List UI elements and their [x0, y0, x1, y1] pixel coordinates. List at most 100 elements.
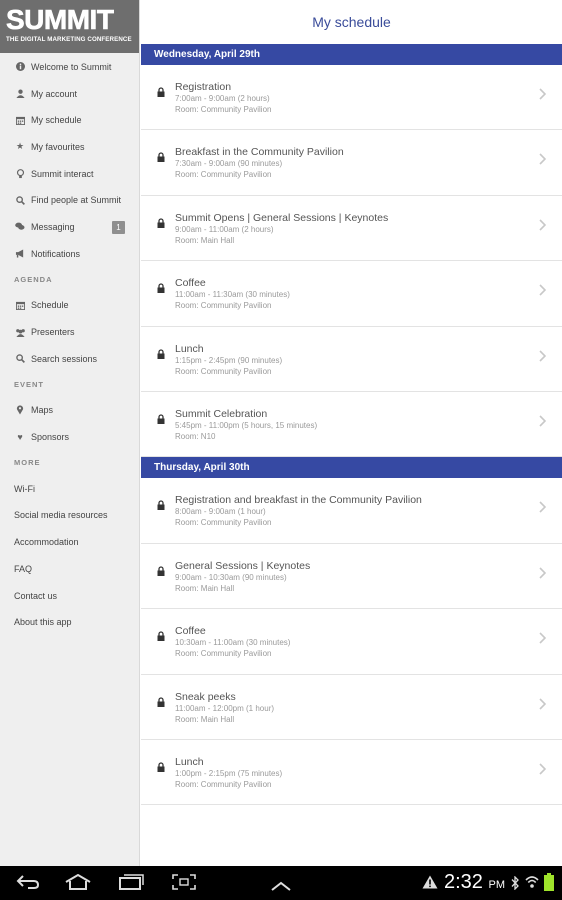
- sidebar-item-label: Schedule: [31, 300, 69, 311]
- chevron-right-icon: [539, 87, 547, 103]
- sidebar-item-accommodation[interactable]: Accommodation: [0, 529, 139, 556]
- chevron-right-icon: [539, 566, 547, 582]
- chevron-right-icon: [539, 218, 547, 234]
- session-row[interactable]: Summit Celebration 5:45pm - 11:00pm (5 ho…: [141, 392, 562, 458]
- sidebar-item-label: Wi-Fi: [14, 483, 35, 494]
- sidebar-item-wifi[interactable]: Wi-Fi: [0, 475, 139, 502]
- sidebar-item-my-account[interactable]: My account: [0, 80, 139, 107]
- logo-tagline: THE DIGITAL MARKETING CONFERENCE: [6, 36, 132, 43]
- sidebar-item-schedule[interactable]: Schedule: [0, 292, 139, 319]
- session-row[interactable]: General Sessions | Keynotes 9:00am - 10:3…: [141, 544, 562, 610]
- chevron-right-icon: [539, 500, 547, 516]
- sidebar-item-find-people[interactable]: Find people at Summit: [0, 187, 139, 214]
- session-row[interactable]: Coffee 11:00am - 11:30am (30 minutes) Room…: [141, 261, 562, 327]
- clock-time: 2:32: [444, 871, 483, 893]
- system-bar: 2:32 PM: [0, 866, 562, 900]
- session-title: Sneak peeks: [175, 690, 236, 703]
- sidebar-item-sponsors[interactable]: ♥ Sponsors: [0, 424, 139, 451]
- session-room: Room: Community Pavilion: [175, 170, 272, 180]
- chevron-up-icon[interactable]: [270, 878, 292, 896]
- session-room: Room: N10: [175, 431, 216, 441]
- search-icon: [14, 353, 26, 365]
- session-title: Coffee: [175, 277, 206, 290]
- sidebar-item-notifications[interactable]: Notifications: [0, 240, 139, 267]
- sidebar-item-presenters[interactable]: Presenters: [0, 319, 139, 346]
- sidebar-item-my-schedule[interactable]: My schedule: [0, 107, 139, 134]
- bulb-icon: [14, 168, 26, 180]
- status-clock: 2:32 PM: [444, 871, 505, 894]
- session-title: Breakfast in the Community Pavilion: [175, 146, 344, 159]
- sidebar-item-label: Sponsors: [31, 432, 70, 443]
- schedule-list: Wednesday, April 29th Registration 7:00am …: [141, 44, 562, 806]
- sidebar-item-faq[interactable]: FAQ: [0, 556, 139, 583]
- clock-ampm: PM: [488, 879, 506, 891]
- chevron-right-icon: [539, 697, 547, 713]
- session-row[interactable]: Registration and breakfast in the Commun…: [141, 478, 562, 544]
- recent-apps-icon[interactable]: [118, 874, 144, 895]
- sidebar-item-summit-interact[interactable]: Summit interact: [0, 160, 139, 187]
- session-row[interactable]: Coffee 10:30am - 11:00am (30 minutes) Room…: [141, 609, 562, 675]
- sidebar-item-welcome[interactable]: Welcome to Summit: [0, 54, 139, 81]
- section-head-more: MORE: [14, 458, 41, 468]
- sidebar-item-label: Summit interact: [31, 168, 94, 179]
- page-title: My schedule: [312, 14, 391, 30]
- sidebar-item-label: Notifications: [31, 248, 81, 259]
- sidebar-item-label: My favourites: [31, 141, 85, 152]
- session-row[interactable]: Sneak peeks 11:00am - 12:00pm (1 hour) Roo…: [141, 675, 562, 740]
- session-time: 8:00am - 9:00am (1 hour): [175, 507, 266, 517]
- session-title: General Sessions | Keynotes: [175, 559, 311, 572]
- messaging-count-badge: 1: [112, 220, 125, 234]
- home-icon[interactable]: [64, 873, 92, 895]
- session-row[interactable]: Registration 7:00am - 9:00am (2 hours) Roo…: [141, 65, 562, 131]
- session-row[interactable]: Lunch 1:15pm - 2:45pm (90 minutes) Room: C…: [141, 327, 562, 392]
- session-time: 11:00am - 11:30am (30 minutes): [175, 290, 290, 300]
- session-time: 5:45pm - 11:00pm (5 hours, 15 minutes): [175, 420, 318, 430]
- lock-icon: [157, 149, 165, 163]
- sidebar-item-about[interactable]: About this app: [0, 609, 139, 636]
- chat-icon: [14, 221, 26, 233]
- calendar-icon: [14, 299, 26, 311]
- session-room: Room: Community Pavilion: [175, 105, 272, 114]
- search-icon: [14, 194, 26, 206]
- info-icon: [14, 61, 26, 73]
- session-title: Coffee: [175, 625, 206, 638]
- session-time: 9:00am - 11:00am (2 hours): [175, 224, 274, 234]
- sidebar-item-contact[interactable]: Contact us: [0, 582, 139, 609]
- session-time: 9:00am - 10:30am (90 minutes): [175, 572, 287, 582]
- session-row[interactable]: Lunch 1:00pm - 2:15pm (75 minutes) Room: C…: [141, 740, 562, 806]
- user-icon: [14, 88, 26, 100]
- session-time: 1:15pm - 2:45pm (90 minutes): [175, 355, 283, 365]
- sidebar-item-my-favourites[interactable]: ★ My favourites: [0, 134, 139, 161]
- section-head-agenda: AGENDA: [14, 275, 53, 284]
- day-header: Thursday, April 30th: [141, 457, 562, 479]
- sidebar-item-label: About this app: [14, 617, 72, 628]
- session-time: 10:30am - 11:00am (30 minutes): [175, 638, 291, 648]
- chevron-right-icon: [539, 349, 547, 365]
- sidebar-item-label: My account: [31, 88, 78, 99]
- lock-icon: [157, 563, 165, 576]
- sidebar-item-social-media[interactable]: Social media resources: [0, 502, 139, 529]
- sidebar-item-maps[interactable]: Maps: [0, 397, 139, 424]
- session-row[interactable]: Breakfast in the Community Pavilion 7:30a…: [141, 130, 562, 196]
- sidebar-item-search-sessions[interactable]: Search sessions: [0, 345, 139, 372]
- schedule-pane: My schedule Wednesday, April 29th Registr…: [141, 0, 562, 866]
- session-title: Summit Opens | General Sessions | Keynot…: [175, 211, 389, 224]
- sidebar-item-label: FAQ: [14, 563, 33, 574]
- sidebar-item-label: Contact us: [14, 590, 58, 601]
- summit-logo[interactable]: SUMMIT THE DIGITAL MARKETING CONFERENCE: [0, 0, 139, 53]
- sidebar-item-label: Accommodation: [14, 537, 79, 548]
- lock-icon: [157, 628, 165, 642]
- screenshot-icon[interactable]: [172, 874, 196, 895]
- star-icon: ★: [15, 141, 25, 152]
- session-room: Room: Community Pavilion: [175, 649, 272, 659]
- sidebar-item-label: My schedule: [31, 115, 82, 126]
- sidebar-item-label: Messaging: [31, 221, 75, 232]
- warning-icon: [422, 875, 438, 894]
- session-title: Lunch: [175, 755, 204, 768]
- back-icon[interactable]: [16, 874, 40, 895]
- sidebar-item-messaging[interactable]: Messaging 1: [0, 214, 139, 241]
- sidebar-item-label: Find people at Summit: [31, 195, 122, 206]
- session-row[interactable]: Summit Opens | General Sessions | Keynot…: [141, 196, 562, 262]
- session-time: 7:30am - 9:00am (90 minutes): [175, 159, 283, 169]
- lock-icon: [157, 411, 165, 424]
